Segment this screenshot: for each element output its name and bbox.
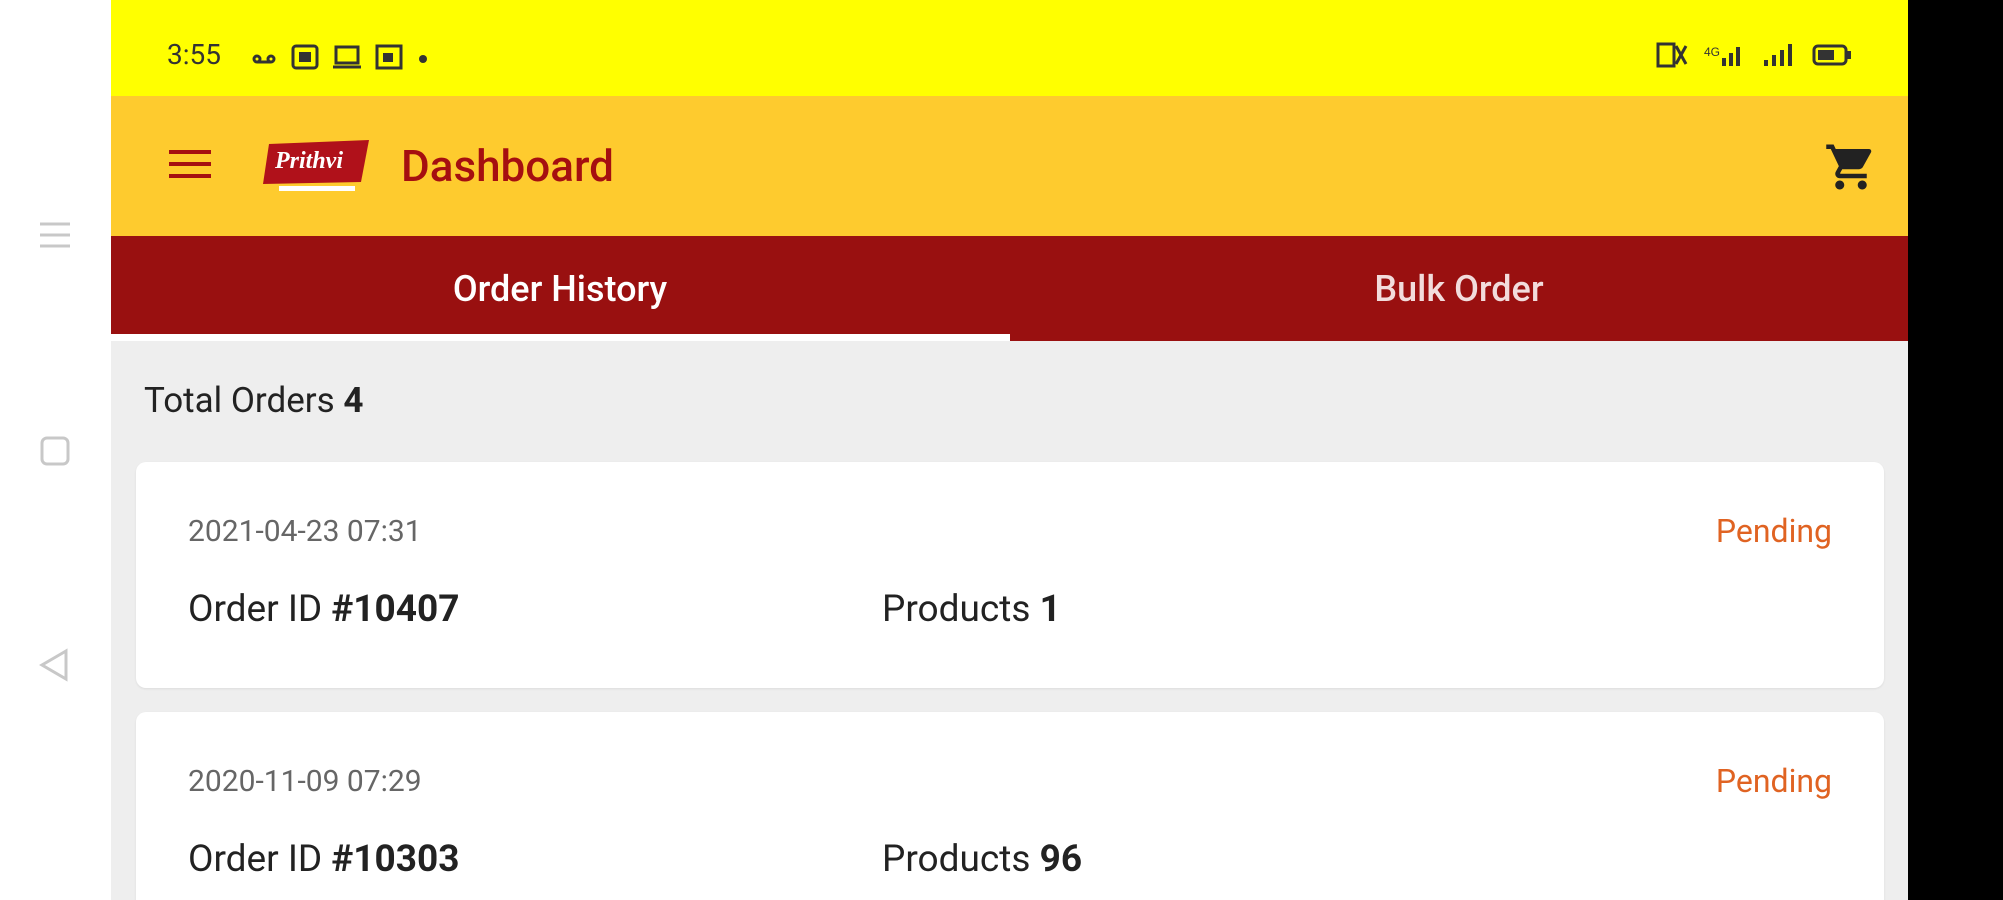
order-products: Products 1 bbox=[882, 588, 1061, 631]
hamburger-icon[interactable] bbox=[167, 146, 213, 182]
system-nav-rail bbox=[0, 0, 111, 900]
brand-logo: Prithvi bbox=[261, 138, 373, 194]
page-title: Dashboard bbox=[401, 140, 614, 192]
products-label: Products bbox=[882, 838, 1031, 881]
gallery-icon bbox=[375, 44, 403, 74]
order-date: 2021-04-23 07:31 bbox=[188, 514, 422, 549]
signal-icon: 4G bbox=[1704, 42, 1746, 72]
status-left-icons bbox=[251, 44, 429, 74]
products-count: 1 bbox=[1039, 588, 1061, 631]
order-id-label: Order ID bbox=[188, 588, 323, 631]
order-status: Pending bbox=[1715, 762, 1832, 800]
total-orders-value: 4 bbox=[343, 380, 364, 421]
svg-text:4G: 4G bbox=[1704, 45, 1720, 59]
cart-icon[interactable] bbox=[1824, 140, 1878, 194]
voicemail-icon bbox=[251, 50, 277, 69]
order-products: Products 96 bbox=[882, 838, 1082, 881]
total-orders: Total Orders 4 bbox=[144, 380, 363, 421]
status-time: 3:55 bbox=[167, 38, 221, 71]
order-id: Order ID #10303 bbox=[188, 838, 459, 881]
triangle-back-icon[interactable] bbox=[38, 648, 72, 682]
tab-bulk-order[interactable]: Bulk Order bbox=[1010, 236, 1908, 341]
order-status: Pending bbox=[1715, 512, 1832, 550]
tab-order-history[interactable]: Order History bbox=[111, 236, 1009, 341]
battery-icon bbox=[1812, 42, 1852, 72]
products-label: Products bbox=[882, 588, 1031, 631]
dot-icon bbox=[417, 50, 429, 69]
no-sim-icon bbox=[1656, 42, 1688, 72]
status-right-icons: 4G bbox=[1656, 42, 1852, 72]
order-id: Order ID #10407 bbox=[188, 588, 459, 631]
logo-text: Prithvi bbox=[274, 148, 343, 174]
order-id-label: Order ID bbox=[188, 838, 323, 881]
products-count: 96 bbox=[1039, 838, 1083, 881]
total-orders-label: Total Orders bbox=[144, 380, 335, 421]
status-bar: 3:55 4G bbox=[111, 0, 1908, 96]
photo-icon bbox=[291, 44, 319, 74]
order-id-value: #10407 bbox=[331, 588, 460, 631]
app-bar: Prithvi Dashboard bbox=[111, 96, 1908, 236]
order-card[interactable]: 2020-11-09 07:29 Pending Order ID #10303… bbox=[136, 712, 1884, 900]
phone-screen: 3:55 4G Prithvi Dashboard Order History … bbox=[111, 0, 1908, 900]
order-id-value: #10303 bbox=[331, 838, 460, 881]
screen-icon bbox=[333, 44, 361, 74]
screen-edge bbox=[1908, 0, 2003, 900]
signal-icon bbox=[1762, 42, 1796, 72]
menu-icon[interactable] bbox=[38, 218, 72, 252]
order-date: 2020-11-09 07:29 bbox=[188, 764, 422, 799]
tab-bar: Order History Bulk Order bbox=[111, 236, 1908, 341]
active-tab-indicator bbox=[111, 334, 1010, 341]
square-home-icon[interactable] bbox=[38, 434, 72, 468]
order-card[interactable]: 2021-04-23 07:31 Pending Order ID #10407… bbox=[136, 462, 1884, 688]
